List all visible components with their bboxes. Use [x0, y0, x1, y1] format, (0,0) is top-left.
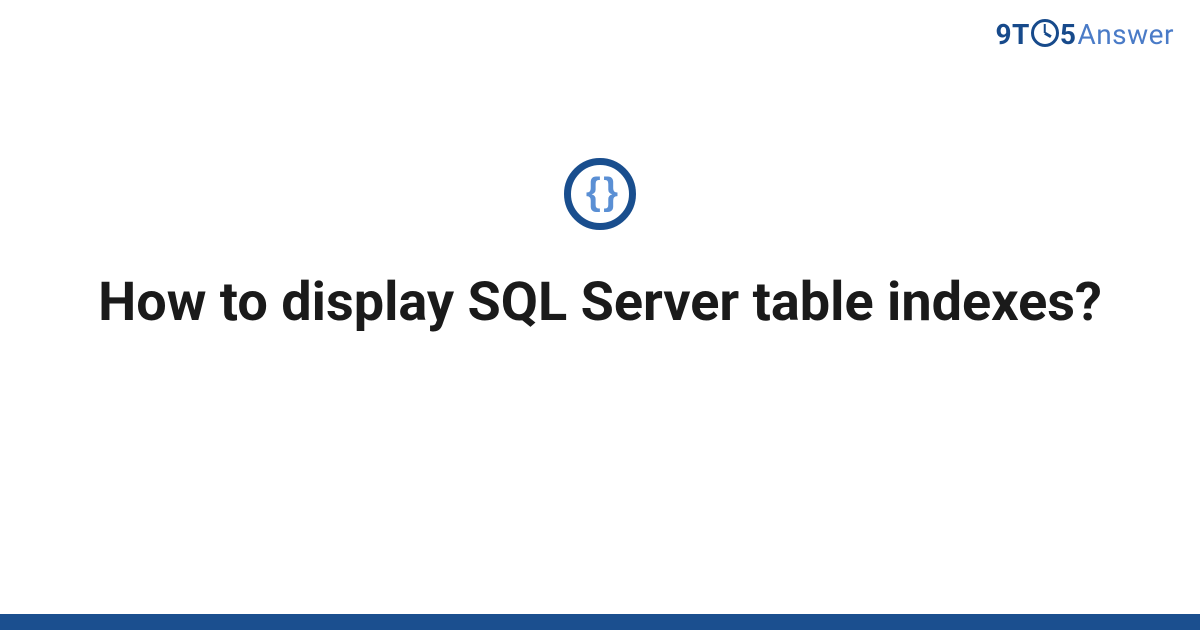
logo-text-answer: Answer: [1077, 18, 1174, 51]
logo-text-9t: 9T: [995, 18, 1029, 51]
logo-text-5: 5: [1060, 18, 1077, 51]
site-logo: 9T 5 Answer: [995, 18, 1174, 51]
code-braces-icon: { }: [564, 158, 636, 230]
footer-bar: [0, 614, 1200, 630]
clock-icon: [1031, 19, 1059, 47]
braces-glyph: { }: [586, 173, 614, 211]
page-title: How to display SQL Server table indexes?: [60, 270, 1140, 336]
page-container: 9T 5 Answer { } How to display SQL Serve…: [0, 0, 1200, 630]
